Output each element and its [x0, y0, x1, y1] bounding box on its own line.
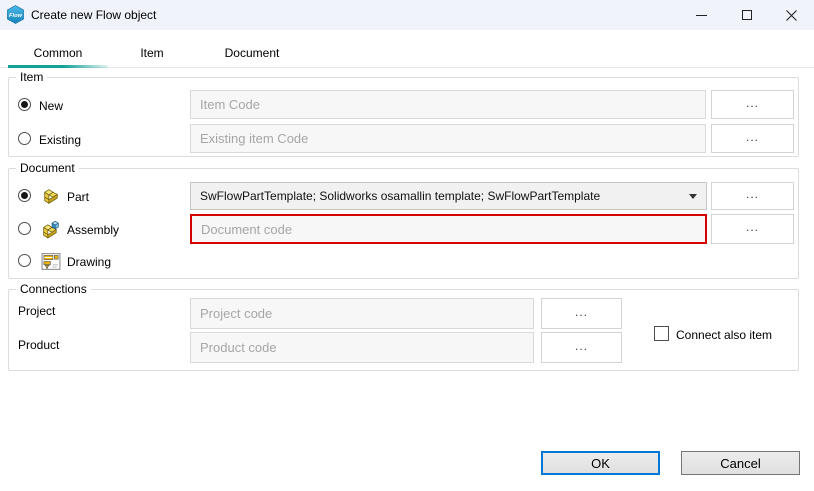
tab-bar: Common Item Document — [0, 46, 814, 68]
document-group-label: Document — [16, 161, 79, 175]
titlebar: Flow Create new Flow object — [0, 0, 814, 30]
document-code-input[interactable] — [190, 214, 707, 244]
item-code-browse-button[interactable]: ... — [711, 90, 794, 119]
window-title: Create new Flow object — [31, 8, 156, 22]
part-icon — [40, 186, 62, 207]
new-item-radio-label: New — [39, 99, 63, 113]
part-radio-label: Part — [67, 190, 89, 204]
maximize-icon — [742, 10, 752, 20]
existing-item-code-input[interactable] — [190, 124, 706, 153]
assembly-icon — [40, 219, 62, 240]
project-browse-button[interactable]: ... — [541, 298, 622, 329]
part-radio[interactable] — [18, 189, 31, 202]
ok-button[interactable]: OK — [541, 451, 660, 475]
product-code-input[interactable] — [190, 332, 534, 363]
template-browse-button[interactable]: ... — [711, 182, 794, 210]
product-label: Product — [18, 338, 59, 352]
existing-item-radio[interactable] — [18, 132, 31, 145]
flow-app-icon: Flow — [6, 5, 25, 24]
assembly-radio[interactable] — [18, 222, 31, 235]
minimize-icon — [696, 15, 707, 16]
close-button[interactable] — [769, 0, 814, 30]
drawing-radio-label: Drawing — [67, 255, 111, 269]
active-tab-indicator — [8, 65, 108, 68]
maximize-button[interactable] — [724, 0, 769, 30]
drawing-icon — [40, 251, 62, 272]
project-label: Project — [18, 304, 55, 318]
tab-separator — [0, 67, 814, 68]
connect-also-item-checkbox[interactable] — [654, 326, 669, 341]
project-code-input[interactable] — [190, 298, 534, 329]
product-browse-button[interactable]: ... — [541, 332, 622, 363]
drawing-radio[interactable] — [18, 254, 31, 267]
new-item-radio[interactable] — [18, 98, 31, 111]
cancel-button[interactable]: Cancel — [681, 451, 800, 475]
connect-also-item-label: Connect also item — [676, 328, 772, 342]
tab-document[interactable]: Document — [196, 46, 308, 66]
close-icon — [786, 10, 797, 21]
tab-item[interactable]: Item — [108, 46, 196, 66]
svg-text:Flow: Flow — [9, 13, 23, 19]
document-code-browse-button[interactable]: ... — [711, 214, 794, 244]
window-controls — [679, 0, 814, 30]
item-code-input[interactable] — [190, 90, 706, 119]
create-flow-object-dialog: Flow Create new Flow object Common Item … — [0, 0, 814, 491]
template-dropdown[interactable]: SwFlowPartTemplate; Solidworks osamallin… — [190, 182, 707, 210]
tab-common[interactable]: Common — [8, 46, 108, 66]
template-dropdown-value: SwFlowPartTemplate; Solidworks osamallin… — [200, 189, 600, 203]
assembly-radio-label: Assembly — [67, 223, 119, 237]
item-group-label: Item — [16, 70, 47, 84]
existing-item-radio-label: Existing — [39, 133, 81, 147]
minimize-button[interactable] — [679, 0, 724, 30]
connections-group-label: Connections — [16, 282, 91, 296]
existing-item-code-browse-button[interactable]: ... — [711, 124, 794, 153]
dropdown-arrow-icon — [689, 194, 697, 199]
